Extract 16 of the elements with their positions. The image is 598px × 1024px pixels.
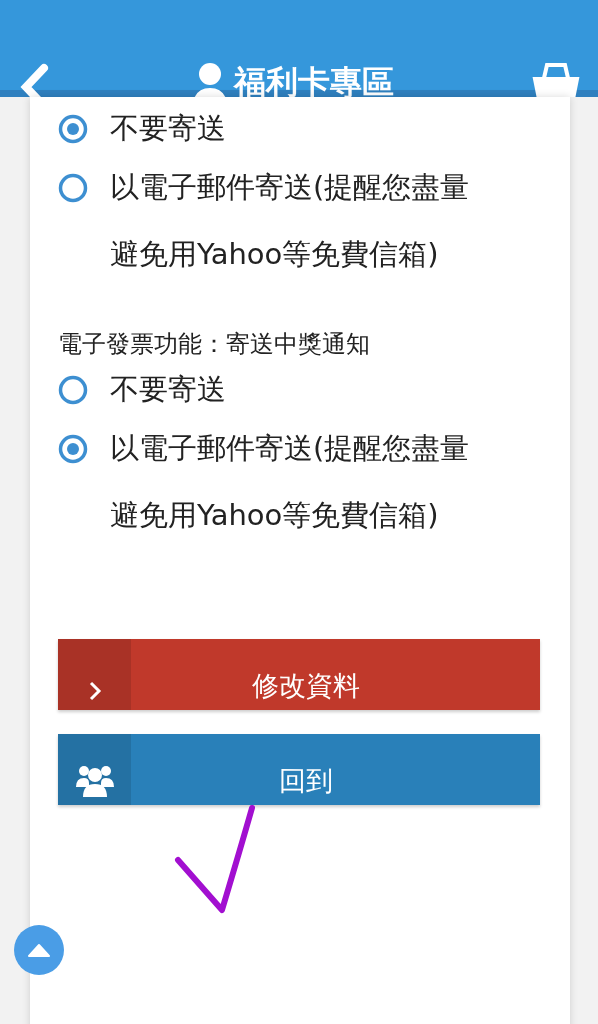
chevron-right-icon [87,680,102,702]
radio-button[interactable] [58,114,88,144]
scroll-top-button[interactable] [14,925,64,975]
radio-button[interactable] [58,173,88,203]
option-label: 以電子郵件寄送(提醒您盡量避免用Yahoo等免費信箱) [110,430,471,534]
members-button[interactable]: 回到 [58,734,540,805]
option-label: 以電子郵件寄送(提醒您盡量避免用Yahoo等免費信箱) [110,169,471,273]
section-label: 電子發票功能：寄送中獎通知 [58,329,371,360]
radio-button[interactable] [58,375,88,405]
basket-icon[interactable] [532,62,580,97]
radio-button[interactable] [58,434,88,464]
triangle-up-icon [27,943,51,957]
option-label: 不要寄送 [110,110,226,147]
option-label: 不要寄送 [110,371,226,408]
group-icon [74,763,115,797]
edit-button[interactable]: 修改資料 [58,639,540,710]
